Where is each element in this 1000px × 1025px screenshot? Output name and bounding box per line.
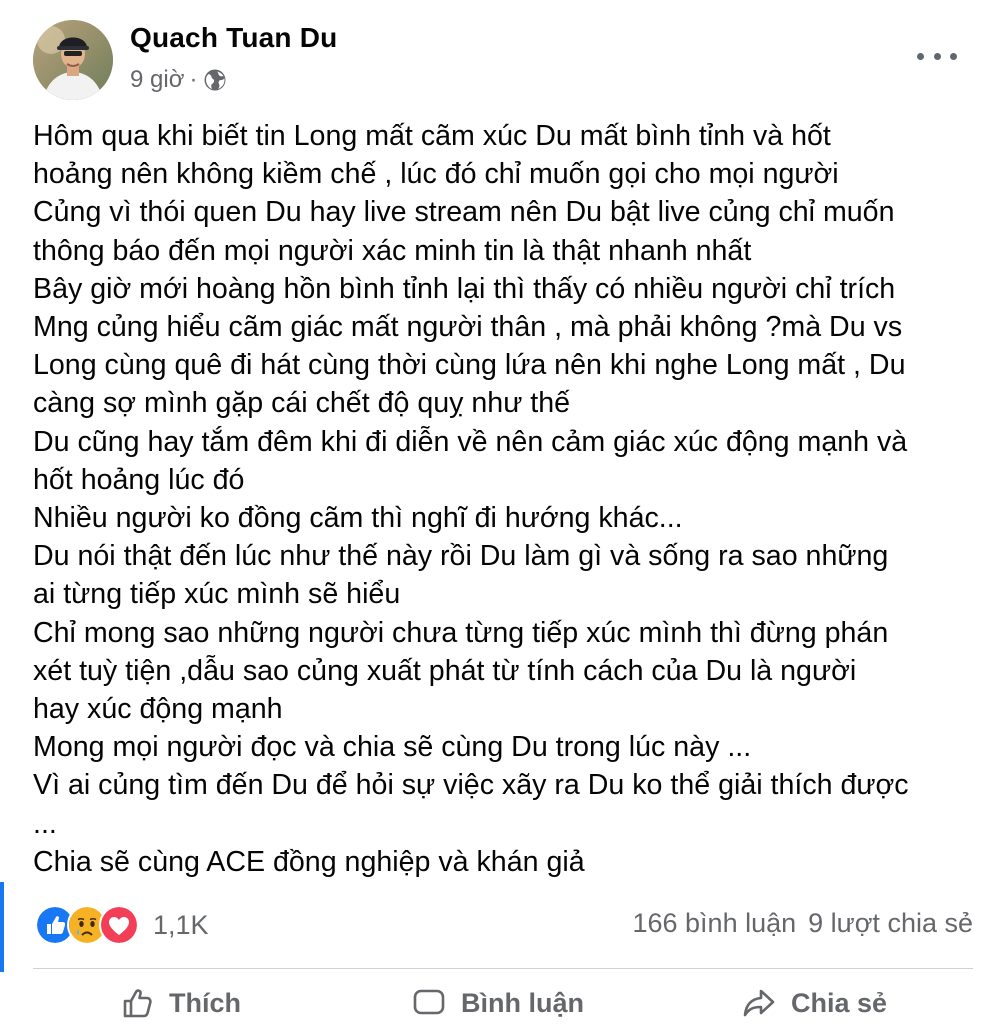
dot-icon: [950, 52, 957, 60]
engagement-stats: 166 bình luận 9 lượt chia sẻ: [632, 908, 973, 939]
like-button[interactable]: Thích: [119, 985, 241, 1021]
post-header: Quach Tuan Du 9 giờ ·: [33, 20, 973, 104]
like-label: Thích: [169, 987, 241, 1018]
avatar[interactable]: [33, 20, 113, 100]
post-text-line: hoảng nên không kiềm chế , lúc đó chỉ mu…: [33, 158, 839, 191]
post-text-line: Mong mọi người đọc và chia sẽ cùng Du tr…: [33, 731, 752, 764]
post-text-line: Chỉ mong sao những người chưa từng tiếp …: [33, 616, 889, 649]
love-icon: [99, 905, 139, 945]
post-text-line: xét tuỳ tiện ,dẫu sao củng xuất phát từ …: [33, 654, 857, 687]
post-text-line: Mng củng hiểu cãm giác mất người thân , …: [33, 311, 903, 344]
reactions-summary[interactable]: 1,1K: [35, 905, 209, 945]
share-count-link[interactable]: 9 lượt chia sẻ: [808, 908, 973, 938]
post-text-line: ai từng tiếp xúc mình sẽ hiểu: [33, 578, 401, 611]
reaction-count[interactable]: 1,1K: [153, 910, 209, 941]
comment-button[interactable]: Bình luận: [411, 985, 584, 1021]
post-text-line: Hôm qua khi biết tin Long mất cãm xúc Du…: [33, 120, 831, 152]
post-text-line: Chia sẽ cùng ACE đồng nghiệp và khán giả: [33, 845, 585, 878]
post-text-line: hốt hoảng lúc đó: [33, 463, 245, 496]
post-text-line: Long cùng quê đi hát cùng thời cùng lứa …: [33, 349, 906, 382]
post-text-line: Vì ai củng tìm đến Du để hỏi sự việc xãy…: [33, 769, 909, 802]
dot-icon: [933, 52, 941, 60]
post-body-text: Hôm qua khi biết tin Long mất cãm xúc Du…: [33, 117, 983, 881]
share-button[interactable]: Chia sẻ: [741, 985, 887, 1021]
action-bar: Thích Bình luận Chia sẻ: [33, 985, 973, 1025]
post-timestamp[interactable]: 9 giờ: [130, 66, 184, 94]
more-options-button[interactable]: [917, 44, 957, 68]
dot-icon: [917, 52, 924, 60]
divider: [33, 968, 973, 969]
post-text-line: hay xúc động mạnh: [33, 693, 283, 726]
share-arrow-icon: [743, 989, 775, 1017]
post-text-line: Bây giờ mới hoàng hồn bình tỉnh lại thì …: [33, 272, 896, 305]
globe-icon[interactable]: [203, 68, 227, 92]
post-text-line: ...: [33, 807, 57, 840]
author-name[interactable]: Quach Tuan Du: [130, 22, 337, 54]
comment-bubble-icon: [413, 989, 445, 1015]
post-meta: 9 giờ ·: [130, 66, 227, 94]
post-text-line: Du nói thật đến lúc như thế này rồi Du l…: [33, 540, 889, 573]
meta-separator: ·: [189, 66, 198, 93]
post-text-line: Củng vì thói quen Du hay live stream nên…: [33, 196, 895, 229]
post-text-line: càng sợ mình gặp cái chết độ quỵ như thế: [33, 387, 571, 420]
facebook-post: Quach Tuan Du 9 giờ · Hôm qua khi biết t…: [0, 0, 1000, 1018]
share-label: Chia sẻ: [791, 987, 888, 1018]
post-text-line: Du cũng hay tắm đêm khi đi diễn về nên c…: [33, 425, 908, 458]
post-text-line: thông báo đến mọi người xác minh tin là …: [33, 234, 752, 267]
comment-count-link[interactable]: 166 bình luận: [632, 908, 796, 938]
post-text-line: Nhiều người ko đồng cãm thì nghĩ đi hướn…: [33, 502, 683, 535]
comment-label: Bình luận: [461, 987, 584, 1018]
thumbs-up-icon: [123, 989, 152, 1018]
